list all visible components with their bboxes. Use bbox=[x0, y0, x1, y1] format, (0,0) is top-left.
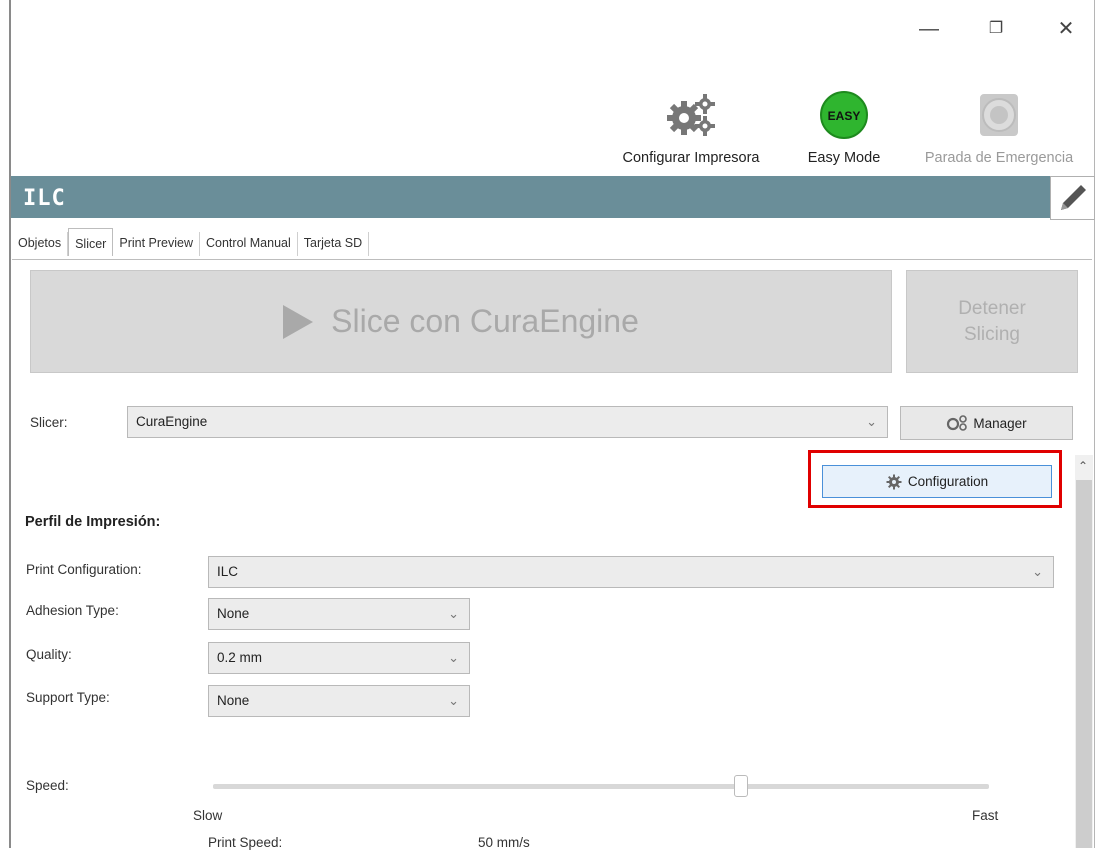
configuration-button[interactable]: Configuration bbox=[822, 465, 1052, 498]
tab-control-manual[interactable]: Control Manual bbox=[200, 232, 298, 256]
stop-slicing-label-line1: Detener bbox=[958, 297, 1026, 319]
stop-slicing-label-line2: Slicing bbox=[964, 323, 1020, 345]
play-icon bbox=[283, 304, 314, 339]
print-configuration-label: Print Configuration: bbox=[26, 562, 142, 577]
slicer-label: Slicer: bbox=[30, 415, 68, 430]
quality-select[interactable]: 0.2 mm ⌄ bbox=[208, 642, 470, 674]
pencil-icon bbox=[1061, 185, 1086, 210]
easy-mode-label: Easy Mode bbox=[807, 150, 881, 166]
printer-banner: ILC bbox=[11, 176, 1056, 218]
chevron-down-icon: ⌄ bbox=[448, 650, 459, 665]
print-configuration-value: ILC bbox=[217, 564, 239, 579]
quality-label: Quality: bbox=[26, 647, 72, 662]
adhesion-type-label: Adhesion Type: bbox=[26, 603, 119, 618]
speed-label: Speed: bbox=[26, 778, 69, 793]
slice-button[interactable]: Slice con CuraEngine bbox=[30, 270, 892, 373]
gears-icon bbox=[667, 94, 715, 136]
slice-button-label: Slice con CuraEngine bbox=[331, 303, 639, 339]
tab-print-preview[interactable]: Print Preview bbox=[113, 232, 200, 256]
support-type-label: Support Type: bbox=[26, 690, 110, 705]
minimize-icon: — bbox=[919, 18, 939, 40]
stop-slicing-button[interactable]: Detener Slicing bbox=[906, 270, 1078, 373]
tab-divider bbox=[12, 259, 1092, 260]
scroll-up-icon[interactable]: ⌃ bbox=[1078, 459, 1088, 473]
restore-button[interactable]: ❐ bbox=[976, 14, 1016, 44]
support-type-select[interactable]: None ⌄ bbox=[208, 685, 470, 717]
edit-printer-button[interactable] bbox=[1050, 176, 1095, 220]
slicer-select-value: CuraEngine bbox=[136, 414, 208, 429]
gears-icon bbox=[947, 415, 968, 431]
configuration-label: Configuration bbox=[907, 474, 989, 489]
speed-fast-label: Fast bbox=[972, 808, 999, 823]
manager-button[interactable]: Manager bbox=[900, 406, 1073, 440]
speed-slider-thumb[interactable] bbox=[733, 775, 748, 797]
minimize-button[interactable]: — bbox=[909, 14, 949, 44]
print-configuration-select[interactable]: ILC ⌄ bbox=[208, 556, 1054, 588]
emergency-stop-button[interactable]: Parada de Emergencia bbox=[901, 90, 1097, 166]
chevron-down-icon: ⌄ bbox=[1032, 564, 1043, 579]
easy-mode-button[interactable]: EASY Easy Mode bbox=[799, 90, 889, 166]
chevron-down-icon: ⌄ bbox=[866, 414, 877, 429]
easy-mode-icon: EASY bbox=[820, 91, 868, 139]
chevron-down-icon: ⌄ bbox=[448, 693, 459, 708]
support-type-value: None bbox=[217, 693, 250, 708]
configure-printer-label: Configurar Impresora bbox=[622, 150, 760, 166]
emergency-stop-icon bbox=[980, 94, 1018, 136]
close-icon: ✕ bbox=[1057, 18, 1075, 40]
speed-slow-label: Slow bbox=[193, 808, 223, 823]
tab-objetos[interactable]: Objetos bbox=[12, 232, 69, 256]
slicer-select[interactable]: CuraEngine ⌄ bbox=[127, 406, 888, 438]
adhesion-type-value: None bbox=[217, 606, 250, 621]
restore-icon: ❐ bbox=[988, 20, 1004, 37]
speed-slider[interactable] bbox=[213, 784, 989, 789]
emergency-stop-label: Parada de Emergencia bbox=[924, 150, 1074, 166]
close-button[interactable]: ✕ bbox=[1046, 14, 1086, 44]
printer-name: ILC bbox=[23, 186, 66, 211]
vertical-scrollbar[interactable]: ⌃ bbox=[1075, 455, 1093, 848]
scrollbar-thumb[interactable] bbox=[1076, 480, 1092, 848]
tab-tarjeta-sd[interactable]: Tarjeta SD bbox=[298, 232, 370, 256]
gear-icon bbox=[886, 474, 902, 489]
quality-value: 0.2 mm bbox=[217, 650, 263, 665]
chevron-down-icon: ⌄ bbox=[448, 606, 459, 621]
svg-text:EASY: EASY bbox=[828, 109, 861, 123]
tab-bar: Objetos Slicer Print Preview Control Man… bbox=[12, 228, 370, 260]
manager-label: Manager bbox=[973, 415, 1027, 431]
configure-printer-button[interactable]: Configurar Impresora bbox=[596, 90, 786, 166]
print-profile-heading: Perfil de Impresión: bbox=[25, 514, 161, 530]
adhesion-type-select[interactable]: None ⌄ bbox=[208, 598, 470, 630]
tab-slicer[interactable]: Slicer bbox=[68, 228, 114, 256]
